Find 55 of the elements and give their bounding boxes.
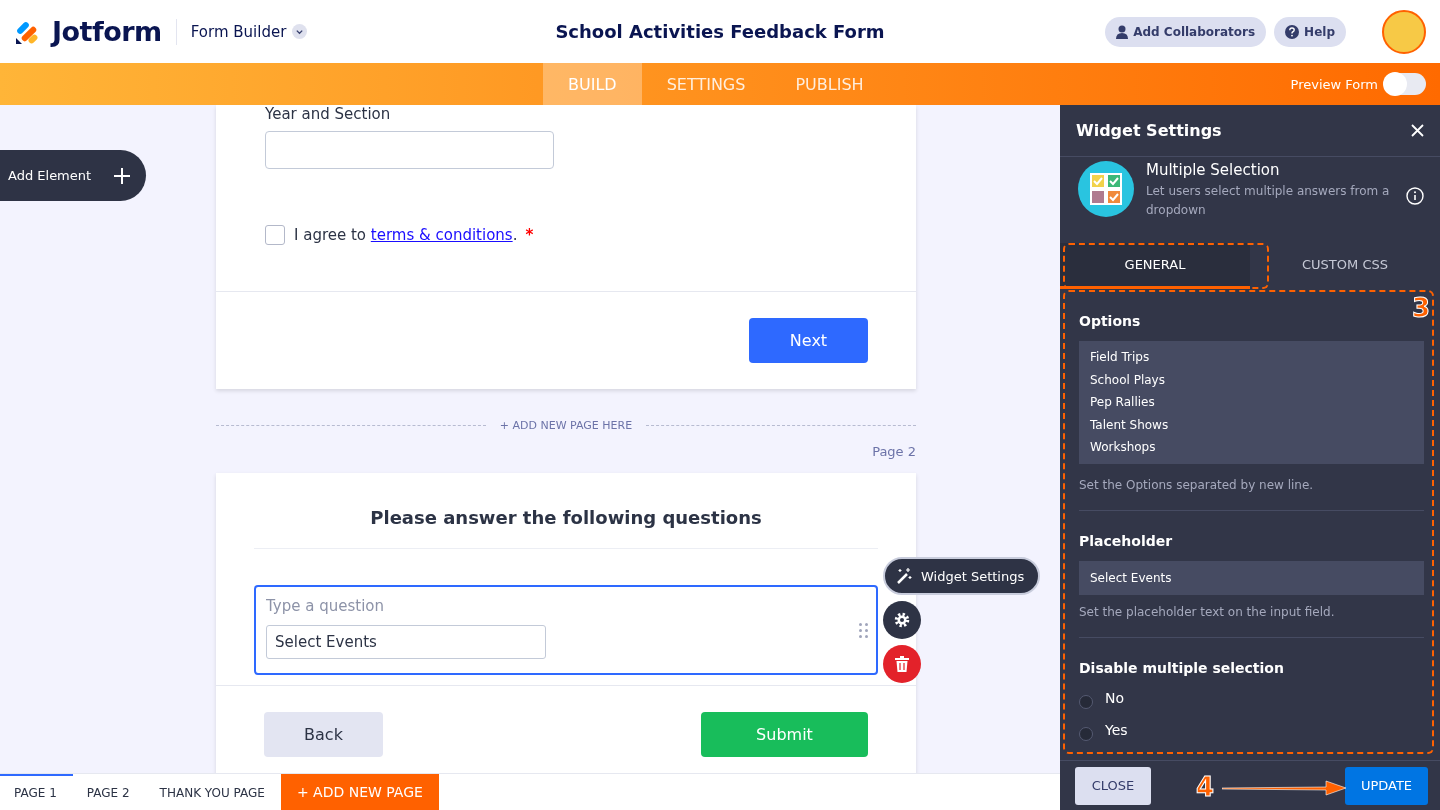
radio-label: Yes	[1105, 722, 1128, 738]
help-icon	[1285, 24, 1300, 39]
preview-form-label: Preview Form	[1290, 76, 1378, 92]
next-button[interactable]: Next	[749, 318, 868, 363]
widget-description: Let users select multiple answers from a dropdown	[1146, 183, 1391, 219]
panel-tab[interactable]: CUSTOM CSS	[1250, 243, 1440, 289]
options-label: Options	[1079, 313, 1142, 329]
trash-icon	[895, 656, 909, 672]
back-button[interactable]: Back	[264, 712, 383, 757]
step-number: 4	[1196, 772, 1215, 802]
brand-name: Jotform	[52, 16, 162, 47]
agree-text: I agree to terms & conditions. *	[294, 226, 534, 244]
form-builder-menu[interactable]: Form Builder	[190, 22, 308, 41]
text-input-field[interactable]	[265, 131, 554, 169]
section-heading: Please answer the following questions	[254, 473, 878, 549]
field-label: Year and Section	[265, 105, 392, 123]
radio-button[interactable]	[1079, 727, 1093, 741]
step-number: 3	[1411, 293, 1430, 323]
agree-checkbox[interactable]	[265, 225, 285, 245]
selected-question-field[interactable]: Type a question Select Events	[254, 585, 878, 675]
gear-icon	[893, 611, 911, 629]
select-field[interactable]: Select Events	[266, 625, 546, 659]
user-icon	[1116, 24, 1129, 39]
placeholder-input[interactable]: Select Events	[1079, 561, 1424, 595]
widget-settings-button[interactable]: Widget Settings	[883, 557, 1041, 595]
info-icon[interactable]	[1406, 187, 1424, 205]
page-label: Page 2	[872, 444, 916, 459]
radio-option[interactable]: Yes	[1079, 714, 1424, 746]
form-title: School Activities Feedback Form	[555, 21, 885, 42]
add-collaborators-button[interactable]: Add Collaborators	[1105, 16, 1267, 47]
drag-handle-icon[interactable]	[859, 623, 868, 638]
options-hint: Set the Options separated by new line.	[1079, 478, 1315, 492]
panel-title: Widget Settings	[1076, 121, 1222, 140]
update-button[interactable]: UPDATE	[1345, 766, 1428, 805]
options-textarea[interactable]: Field Trips School Plays Pep Rallies Talent Shows Workshops	[1079, 341, 1424, 464]
user-avatar[interactable]	[1382, 9, 1426, 54]
terms-link[interactable]: terms & conditions	[370, 226, 513, 244]
placeholder-label: Placeholder	[1079, 533, 1174, 549]
radio-label: No	[1105, 690, 1125, 706]
preview-toggle[interactable]	[1384, 73, 1426, 95]
radio-button[interactable]	[1079, 695, 1093, 709]
magic-wand-icon	[895, 567, 913, 585]
add-element-button[interactable]: Add Element	[0, 150, 146, 201]
plus-icon	[112, 165, 132, 186]
placeholder-hint: Set the placeholder text on the input field.	[1079, 605, 1336, 619]
close-button[interactable]	[1411, 124, 1424, 137]
radio-option[interactable]: No	[1079, 682, 1424, 714]
checklist-grid-icon	[1078, 161, 1134, 217]
chevron-down-icon	[295, 27, 305, 36]
add-new-page-here-button[interactable]: + ADD NEW PAGE HERE	[499, 419, 633, 432]
widget-name: Multiple Selection	[1146, 161, 1281, 179]
close-button[interactable]: CLOSE	[1075, 766, 1151, 805]
disable-multiple-label: Disable multiple selection	[1079, 660, 1285, 676]
help-button[interactable]: Help	[1274, 16, 1346, 47]
close-icon	[1411, 124, 1424, 137]
